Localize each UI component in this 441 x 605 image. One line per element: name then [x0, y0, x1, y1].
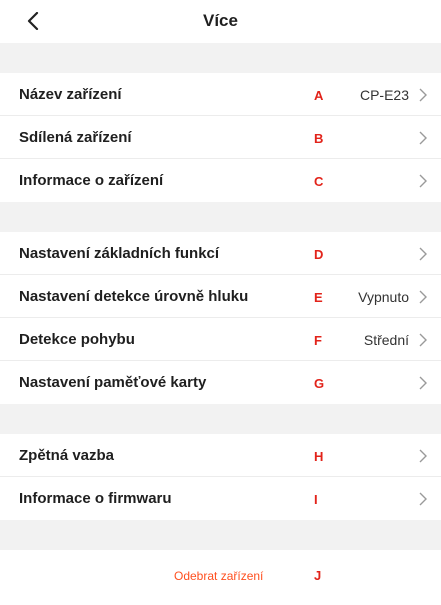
- section-divider: [0, 520, 441, 550]
- page-title: Více: [203, 11, 238, 30]
- row-noise-detection[interactable]: Nastavení detekce úrovně hluku E Vypnuto: [0, 275, 441, 318]
- row-value: CP-E23: [359, 87, 409, 103]
- row-shared-devices[interactable]: Sdílená zařízení B: [0, 116, 441, 159]
- row-basic-functions[interactable]: Nastavení základních funkcí D: [0, 232, 441, 275]
- annotation-marker: H: [314, 449, 324, 464]
- chevron-right-icon: [419, 290, 427, 304]
- row-firmware-info[interactable]: Informace o firmwaru I: [0, 477, 441, 520]
- chevron-right-icon: [419, 449, 427, 463]
- annotation-marker: G: [314, 376, 325, 391]
- annotation-marker: I: [314, 492, 318, 507]
- section-divider: [0, 202, 441, 232]
- row-device-name[interactable]: Název zařízení A CP-E23: [0, 73, 441, 116]
- row-value: Vypnuto: [358, 289, 409, 305]
- annotation-marker: B: [314, 131, 324, 146]
- row-label: Nastavení paměťové karty: [19, 374, 207, 391]
- row-label: Nastavení základních funkcí: [19, 245, 220, 262]
- annotation-marker: J: [314, 568, 322, 583]
- row-feedback[interactable]: Zpětná vazba H: [0, 434, 441, 477]
- chevron-right-icon: [419, 492, 427, 506]
- row-label: Nastavení detekce úrovně hluku: [19, 288, 249, 305]
- row-memory-card[interactable]: Nastavení paměťové karty G: [0, 361, 441, 404]
- row-label: Informace o firmwaru: [19, 490, 172, 507]
- row-label: Zpětná vazba: [19, 447, 115, 464]
- annotation-marker: A: [314, 88, 324, 103]
- section-divider: [0, 404, 441, 434]
- row-motion-detection[interactable]: Detekce pohybu F Střední: [0, 318, 441, 361]
- annotation-marker: F: [314, 333, 322, 348]
- row-label: Informace o zařízení: [19, 172, 164, 189]
- annotation-marker: C: [314, 174, 324, 189]
- row-label: Název zařízení: [19, 86, 122, 103]
- chevron-right-icon: [419, 88, 427, 102]
- annotation-marker: D: [314, 247, 324, 262]
- section-divider: [0, 43, 441, 73]
- chevron-right-icon: [419, 174, 427, 188]
- row-value: Střední: [363, 332, 409, 348]
- top-bar: Více: [0, 0, 441, 43]
- chevron-right-icon: [419, 333, 427, 347]
- remove-device-button[interactable]: Odebrat zařízení: [174, 569, 263, 583]
- annotation-marker: E: [314, 290, 323, 305]
- row-label: Detekce pohybu: [19, 331, 135, 348]
- row-label: Sdílená zařízení: [19, 129, 132, 146]
- row-device-info[interactable]: Informace o zařízení C: [0, 159, 441, 202]
- remove-device-section: Odebrat zařízení J: [0, 550, 441, 605]
- chevron-right-icon: [419, 376, 427, 390]
- chevron-right-icon: [419, 131, 427, 145]
- chevron-right-icon: [419, 247, 427, 261]
